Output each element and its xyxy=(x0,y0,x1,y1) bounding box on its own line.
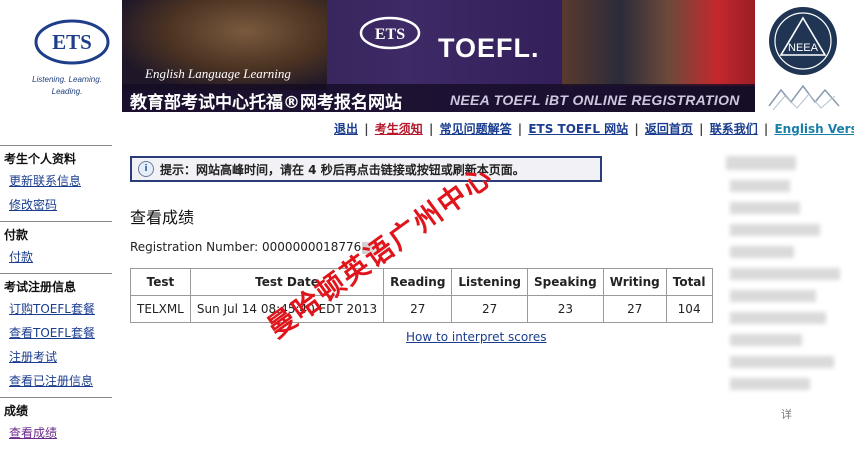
ets-tagline-line1: Listening. Learning. xyxy=(32,75,102,84)
nav-logout[interactable]: 退出 xyxy=(334,122,358,136)
nav-separator: | xyxy=(428,122,434,136)
sidebar-section-payment: 付款 付款 xyxy=(0,221,112,273)
blurred-text-block xyxy=(730,356,834,368)
nav-notice[interactable]: 考生须知 xyxy=(375,122,423,136)
sidebar-item-view-registrations[interactable]: 查看已注册信息 xyxy=(4,369,112,393)
blurred-text-block xyxy=(730,202,800,214)
ets-tagline-line2: Leading. xyxy=(51,87,83,96)
nav-separator: | xyxy=(364,122,369,136)
ets-tagline: Listening. Learning. Leading. xyxy=(22,74,112,98)
blurred-text-block xyxy=(730,334,802,346)
blurred-side-panel xyxy=(716,150,854,426)
column-header: Writing xyxy=(602,268,667,296)
nav-separator: | xyxy=(699,122,704,136)
cell-test: TELXML xyxy=(130,295,191,323)
sidebar-section-title: 考试注册信息 xyxy=(4,280,77,294)
sidebar-item-payment[interactable]: 付款 xyxy=(4,245,112,269)
nav-english-version[interactable]: English Version xyxy=(774,122,854,136)
neea-emblem-icon: NEEA xyxy=(768,7,840,111)
nav-contact[interactable]: 联系我们 xyxy=(710,122,758,136)
nav-faq[interactable]: 常见问题解答 xyxy=(440,122,512,136)
cell-speaking: 23 xyxy=(526,295,604,323)
column-header: Test xyxy=(130,268,191,296)
banner-en-title: NEEA TOEFL iBT ONLINE REGISTRATION xyxy=(450,92,740,108)
neea-logo: NEEA xyxy=(755,0,854,112)
sidebar-item-view-package[interactable]: 查看TOEFL套餐 xyxy=(4,321,112,345)
cell-reading: 27 xyxy=(383,295,453,323)
peak-time-notice: i 提示：网站高峰时间，请在 4 秒后再点击链接或按钮或刷新本页面。 xyxy=(130,156,602,182)
table-row: TELXML Sun Jul 14 08:45:40 EDT 2013 27 2… xyxy=(130,295,713,323)
blurred-text-block xyxy=(730,246,794,258)
banner-toefl-wordmark: TOEFL. xyxy=(438,33,540,63)
top-nav: 退出 | 考生须知 | 常见问题解答 | ETS TOEFL 网站 | 返回首页… xyxy=(334,120,854,137)
nav-separator: | xyxy=(517,122,523,136)
nav-ets-toefl[interactable]: ETS TOEFL 网站 xyxy=(528,122,628,136)
sidebar-section-exam-registration: 考试注册信息 订购TOEFL套餐 查看TOEFL套餐 注册考试 查看已注册信息 xyxy=(0,273,112,397)
sidebar-section-personal: 考生个人资料 更新联系信息 修改密码 xyxy=(0,145,112,221)
banner-cn-title: 教育部考试中心托福®网考报名网站 xyxy=(130,93,402,112)
ets-logo: ETS Listening. Learning. Leading. xyxy=(0,0,122,112)
sidebar-item-register-exam[interactable]: 注册考试 xyxy=(4,345,112,369)
nav-separator: | xyxy=(634,122,639,136)
column-header: Reading xyxy=(383,268,453,296)
blurred-text-block xyxy=(726,156,796,170)
banner-ell-text: English Language Learning xyxy=(145,66,291,81)
sidebar-item-order-package[interactable]: 订购TOEFL套餐 xyxy=(4,297,112,321)
cell-listening: 27 xyxy=(451,295,528,323)
banner-photo-group xyxy=(562,0,755,86)
blurred-text-block xyxy=(730,180,790,192)
blurred-text-block xyxy=(730,290,816,302)
blurred-text-block xyxy=(730,378,810,390)
sidebar-section-title: 付款 xyxy=(4,228,29,242)
interpret-scores-link[interactable]: How to interpret scores xyxy=(406,330,547,344)
blurred-panel-tail: 详 xyxy=(781,408,792,421)
page-title: 查看成绩 xyxy=(130,208,195,227)
banner-ets-logo: ETS xyxy=(359,16,421,50)
column-header: Listening xyxy=(451,268,528,296)
registration-label: Registration Number: xyxy=(130,240,263,254)
sidebar-item-update-contact[interactable]: 更新联系信息 xyxy=(4,169,112,193)
cell-total: 104 xyxy=(665,295,713,323)
sidebar-section-title: 考生个人资料 xyxy=(4,152,77,166)
nav-home[interactable]: 返回首页 xyxy=(645,122,693,136)
nav-separator: | xyxy=(763,122,769,136)
sidebar-section-scores: 成绩 查看成绩 xyxy=(0,397,112,449)
neea-logo-text: NEEA xyxy=(788,42,819,54)
sidebar-item-change-password[interactable]: 修改密码 xyxy=(4,193,112,217)
banner-ets-text: ETS xyxy=(375,26,405,43)
cell-writing: 27 xyxy=(602,295,667,323)
ets-logo-mark: ETS xyxy=(34,19,110,65)
score-table: Test Test Date Reading Listening Speakin… xyxy=(130,268,713,323)
sidebar-item-view-scores[interactable]: 查看成绩 xyxy=(4,421,112,445)
info-icon: i xyxy=(138,161,154,177)
column-header: Total xyxy=(665,268,713,296)
blurred-text-block xyxy=(730,224,820,236)
column-header: Speaking xyxy=(526,268,604,296)
header-banner: ETS TOEFL. English Language Learning 教育部… xyxy=(122,0,755,112)
ets-logo-text: ETS xyxy=(52,30,92,54)
blurred-text-block xyxy=(730,312,826,324)
sidebar: 考生个人资料 更新联系信息 修改密码 付款 付款 考试注册信息 订购TOEFL套… xyxy=(0,145,112,449)
table-header-row: Test Test Date Reading Listening Speakin… xyxy=(130,268,713,296)
sidebar-section-title: 成绩 xyxy=(4,404,29,418)
blurred-text-block xyxy=(730,268,840,280)
